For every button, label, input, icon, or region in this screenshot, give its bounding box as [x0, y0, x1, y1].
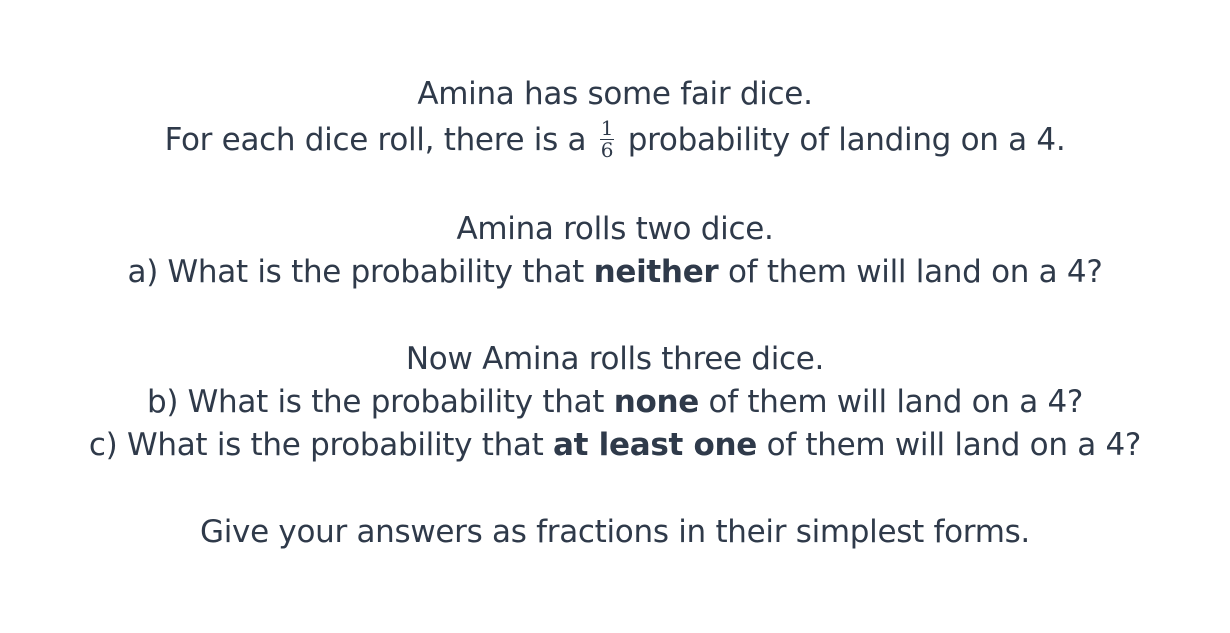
intro-line-2: For each dice roll, there is a 16 probab…: [0, 116, 1230, 164]
part-b-emphasis: none: [613, 384, 700, 420]
part-c-question-end: of them will land on a 4?: [766, 427, 1142, 463]
part-a-question: a) What is the probability that neither …: [0, 251, 1230, 294]
part-b-question: b) What is the probability that none of …: [0, 381, 1230, 424]
intro-line-2-end: probability of landing on a 4.: [627, 122, 1066, 158]
answer-instruction: Give your answers as fractions in their …: [200, 514, 1030, 550]
part-a-emphasis: neither: [593, 254, 719, 290]
intro-line-1: Amina has some fair dice.: [417, 76, 813, 112]
part-b-question-start: b) What is the probability that: [146, 384, 605, 420]
question-text: Amina has some fair dice. For each dice …: [0, 73, 1230, 554]
fraction-numerator: 1: [599, 116, 615, 140]
part-a-question-end: of them will land on a 4?: [727, 254, 1103, 290]
probability-fraction: 16: [599, 116, 615, 162]
part-a-setup: Amina rolls two dice.: [456, 211, 774, 247]
part-c-emphasis: at least one: [553, 427, 758, 463]
part-bc-setup: Now Amina rolls three dice.: [405, 341, 825, 377]
part-b-question-end: of them will land on a 4?: [708, 384, 1084, 420]
part-c-question-start: c) What is the probability that: [88, 427, 544, 463]
part-a-question-start: a) What is the probability that: [127, 254, 585, 290]
intro-line-2-start: For each dice roll, there is a: [164, 122, 587, 158]
fraction-denominator: 6: [600, 138, 614, 162]
part-c-question: c) What is the probability that at least…: [0, 424, 1230, 467]
